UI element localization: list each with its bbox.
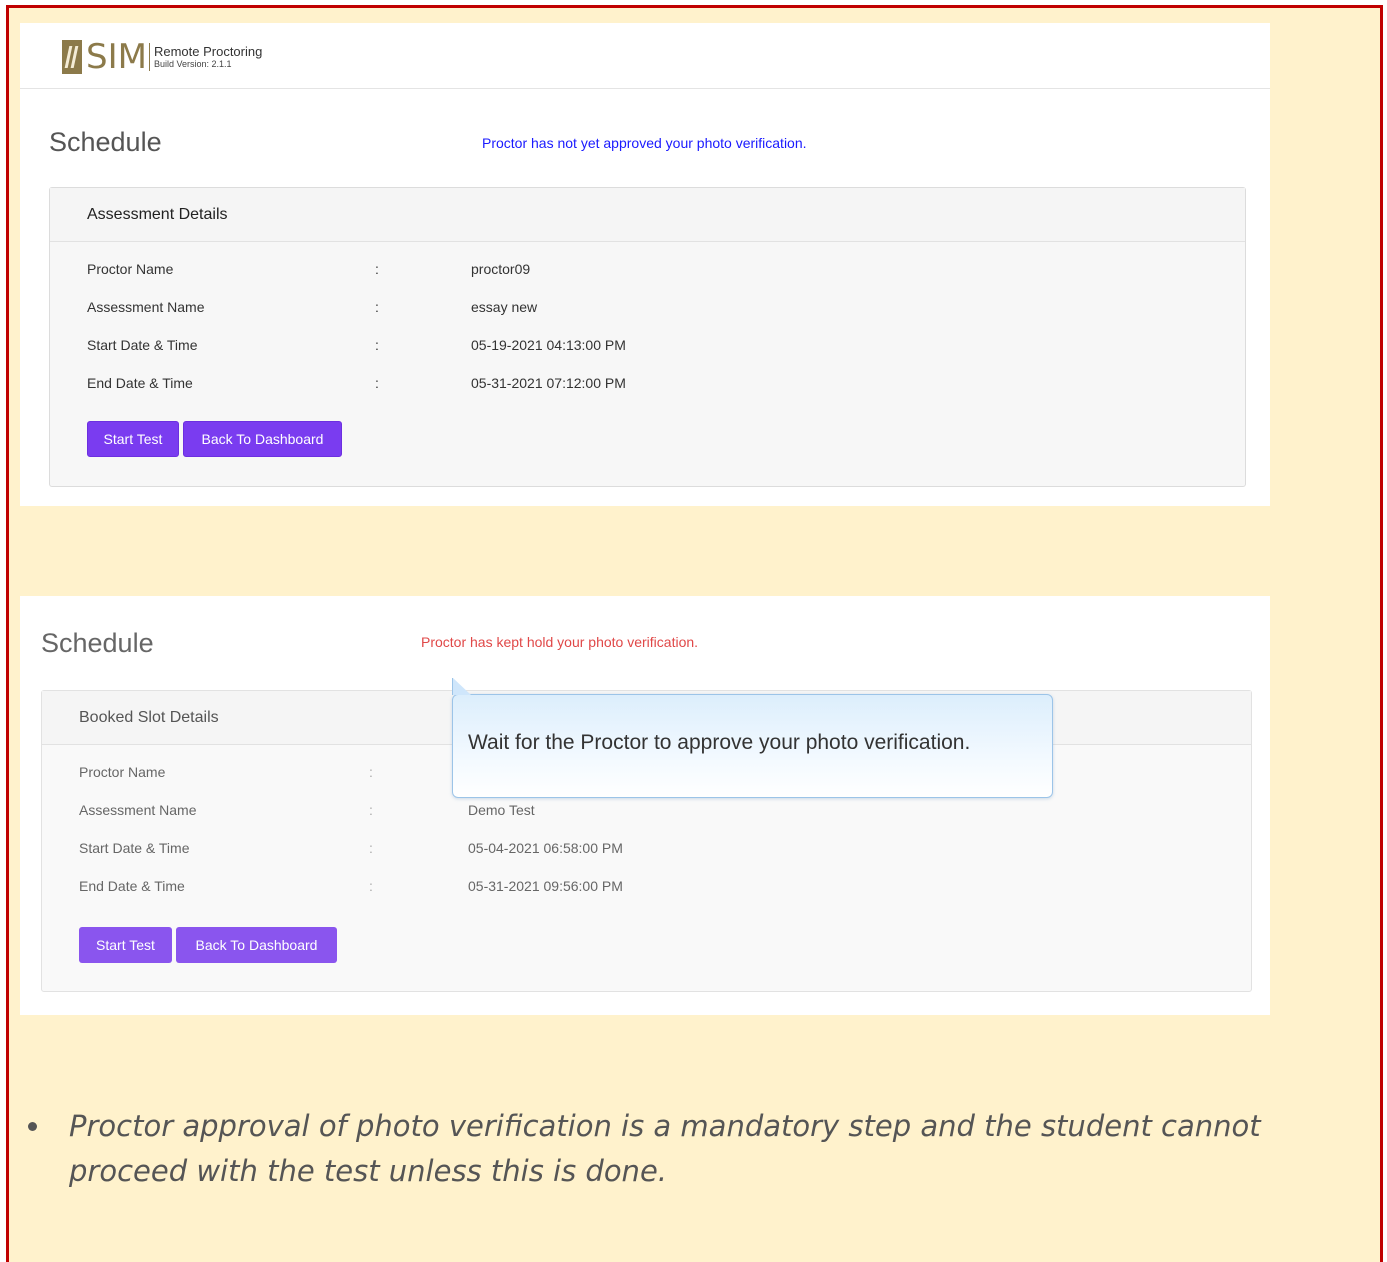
start-test-button[interactable]: Start Test <box>87 421 179 457</box>
detail-value: essay new <box>471 299 538 315</box>
detail-colon: : <box>375 299 379 315</box>
verification-tooltip: Wait for the Proctor to approve your pho… <box>452 694 1053 798</box>
detail-label: Assessment Name <box>87 299 205 315</box>
assessment-details-panel: Assessment Details Proctor Name : procto… <box>49 187 1246 487</box>
verification-status-message: Proctor has not yet approved your photo … <box>482 135 807 151</box>
detail-colon: : <box>375 337 379 353</box>
detail-colon: : <box>375 261 379 277</box>
page-title: Schedule <box>41 628 154 658</box>
detail-colon: : <box>369 878 373 894</box>
logo-brand: SIM <box>86 37 147 77</box>
detail-value: proctor09 <box>471 261 531 277</box>
detail-value: 05-31-2021 07:12:00 PM <box>471 375 626 391</box>
note-text: Proctor approval of photo verification i… <box>69 1109 1261 1188</box>
tooltip-arrow <box>452 678 471 695</box>
detail-label: End Date & Time <box>87 375 193 391</box>
detail-row-end-date: End Date & Time : 05-31-2021 09:56:00 PM <box>79 878 1179 898</box>
back-to-dashboard-button[interactable]: Back To Dashboard <box>176 927 337 963</box>
detail-row-start-date: Start Date & Time : 05-04-2021 06:58:00 … <box>79 840 1179 860</box>
detail-colon: : <box>369 840 373 856</box>
verification-status-message: Proctor has kept hold your photo verific… <box>421 634 699 650</box>
detail-value: 05-19-2021 04:13:00 PM <box>471 337 626 353</box>
detail-colon: : <box>369 802 373 818</box>
app-name: Remote Proctoring <box>153 44 263 59</box>
detail-label: Assessment Name <box>79 802 197 818</box>
app-header: SIM Remote Proctoring Build Version: 2.1… <box>20 23 1270 89</box>
detail-value: 05-31-2021 09:56:00 PM <box>468 878 623 894</box>
panel-title: Assessment Details <box>50 188 1245 242</box>
build-version: Build Version: 2.1.1 <box>153 59 232 69</box>
detail-row-start-date: Start Date & Time : 05-19-2021 04:13:00 … <box>87 337 1187 357</box>
detail-label: Proctor Name <box>87 261 174 277</box>
start-test-button[interactable]: Start Test <box>79 927 172 963</box>
logo-divider <box>148 43 150 71</box>
tooltip-text: Wait for the Proctor to approve your pho… <box>468 731 971 754</box>
detail-label: Start Date & Time <box>87 337 198 353</box>
sim-logo: SIM Remote Proctoring Build Version: 2.1… <box>62 37 262 77</box>
detail-value: 05-04-2021 06:58:00 PM <box>468 840 623 856</box>
detail-row-assessment-name: Assessment Name : Demo Test <box>79 802 1179 822</box>
detail-row-end-date: End Date & Time : 05-31-2021 07:12:00 PM <box>87 375 1187 395</box>
back-to-dashboard-button[interactable]: Back To Dashboard <box>183 421 342 457</box>
detail-row-proctor-name: Proctor Name : proctor09 <box>87 261 1187 281</box>
bullet-icon <box>28 1122 37 1131</box>
detail-label: Start Date & Time <box>79 840 190 856</box>
schedule-screenshot-hold: Schedule Proctor has kept hold your phot… <box>20 596 1270 1015</box>
detail-colon: : <box>369 764 373 780</box>
detail-colon: : <box>375 375 379 391</box>
page-title: Schedule <box>49 127 162 157</box>
detail-label: End Date & Time <box>79 878 185 894</box>
detail-value: Demo Test <box>468 802 535 818</box>
sim-logo-icon <box>62 40 82 74</box>
detail-row-assessment-name: Assessment Name : essay new <box>87 299 1187 319</box>
schedule-screenshot-pending: SIM Remote Proctoring Build Version: 2.1… <box>20 23 1270 506</box>
detail-label: Proctor Name <box>79 764 166 780</box>
